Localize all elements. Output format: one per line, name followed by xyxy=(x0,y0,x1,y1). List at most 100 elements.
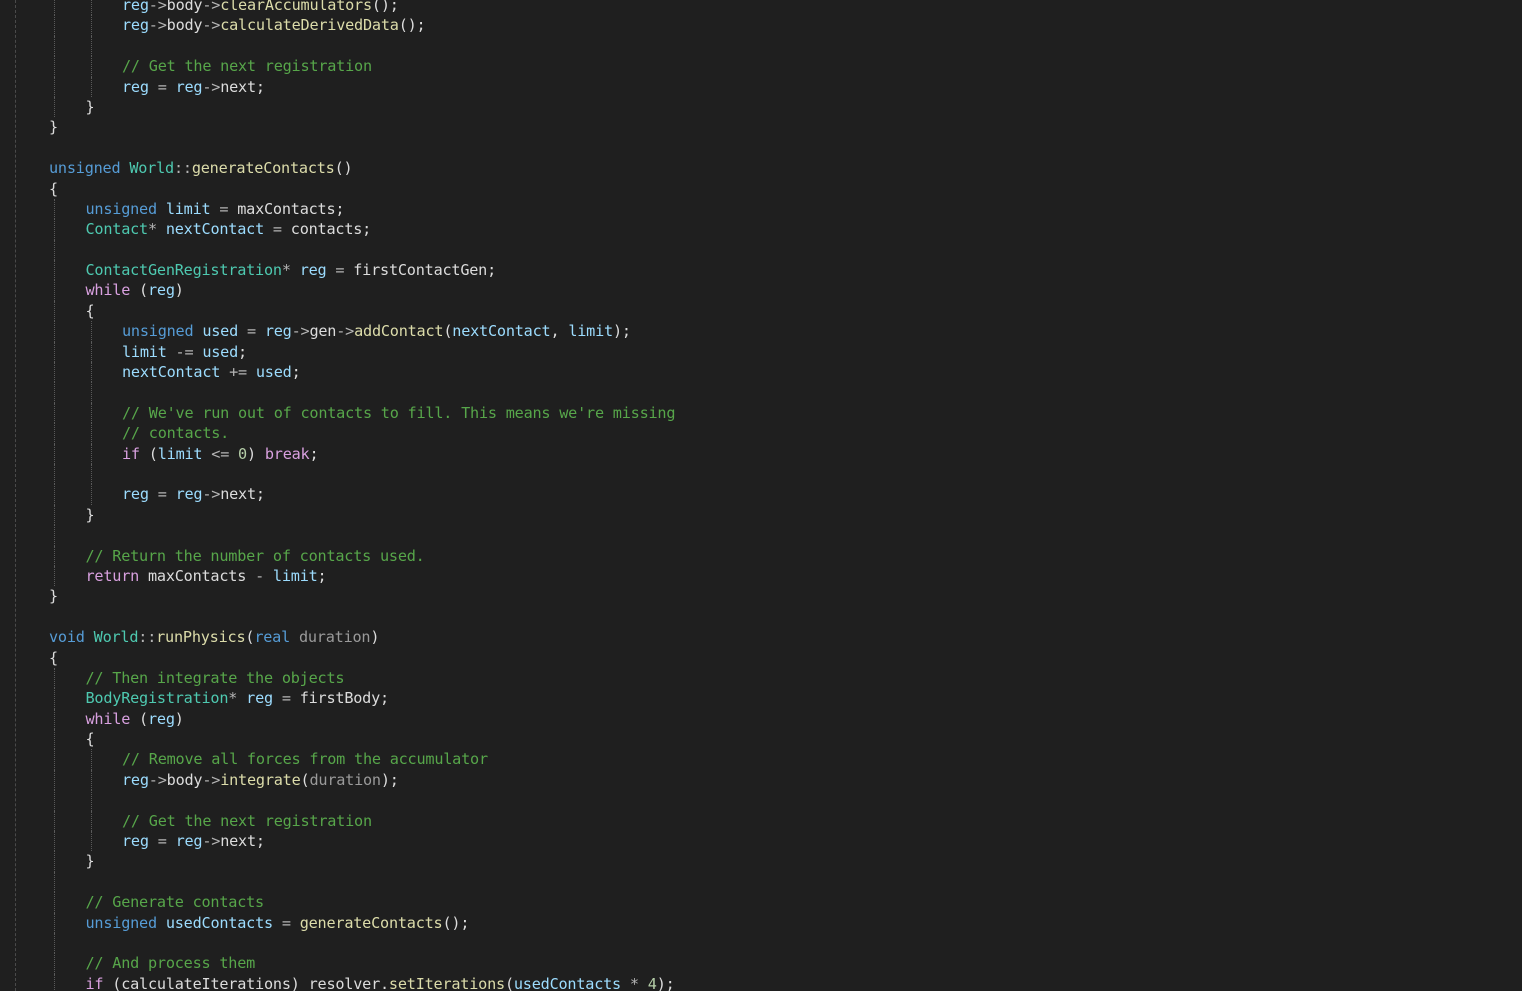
code-line[interactable]: // And process them xyxy=(49,953,675,974)
code-token: next; xyxy=(220,77,265,96)
code-token: // And process them xyxy=(85,954,256,973)
indent-guide xyxy=(54,688,55,709)
code-token: setIterations xyxy=(388,974,505,991)
code-editor[interactable]: reg->body->clearAccumulators(); reg->body… xyxy=(0,0,1522,991)
code-text: { xyxy=(49,649,58,667)
code-line[interactable]: // Get the next registration xyxy=(49,810,675,832)
code-token: ( xyxy=(504,974,514,991)
code-line[interactable] xyxy=(49,790,675,811)
code-text: BodyRegistration* reg = firstBody; xyxy=(85,689,390,708)
code-text: { xyxy=(86,730,95,748)
code-line[interactable]: limit -= used; xyxy=(49,341,675,363)
code-token: reg xyxy=(122,77,149,96)
code-line[interactable] xyxy=(49,239,675,261)
indent-guide xyxy=(54,749,55,770)
code-line[interactable]: reg->body->clearAccumulators(); xyxy=(49,0,675,16)
code-line[interactable] xyxy=(49,382,675,403)
code-line[interactable]: unsigned World::generateContacts() xyxy=(49,158,675,178)
code-token: used xyxy=(202,322,239,341)
code-token: - xyxy=(246,566,273,585)
code-token: body xyxy=(166,0,203,14)
code-line[interactable]: unsigned limit = maxContacts; xyxy=(49,198,675,220)
code-token: -> xyxy=(148,16,167,35)
code-line[interactable]: // Return the number of contacts used. xyxy=(49,545,675,566)
indent-guide xyxy=(54,831,55,852)
code-text: // contacts. xyxy=(122,424,229,442)
code-line[interactable] xyxy=(49,932,675,954)
code-line[interactable]: } xyxy=(49,851,675,872)
code-token: ; xyxy=(291,363,301,382)
code-line[interactable]: while (reg) xyxy=(49,280,675,301)
code-line[interactable]: // contacts. xyxy=(49,423,675,444)
code-line[interactable]: nextContact += used; xyxy=(49,362,675,383)
code-token: limit xyxy=(122,342,167,361)
code-token: { xyxy=(49,179,58,198)
code-line[interactable] xyxy=(49,138,675,158)
code-token: // Remove all forces from the accumulato… xyxy=(122,750,488,769)
code-token: // Generate contacts xyxy=(85,893,265,912)
code-line[interactable]: void World::runPhysics(real duration) xyxy=(49,627,675,647)
code-token: used xyxy=(255,363,292,382)
code-token: gen xyxy=(309,322,337,341)
code-line[interactable]: if (calculateIterations) resolver.setIte… xyxy=(49,973,675,991)
code-token: duration xyxy=(298,628,371,647)
code-line[interactable] xyxy=(49,607,675,627)
code-line[interactable]: reg = reg->next; xyxy=(49,484,675,505)
code-line[interactable]: { xyxy=(49,729,675,750)
code-token: , xyxy=(550,322,569,341)
code-line[interactable] xyxy=(49,871,675,893)
code-line[interactable]: reg = reg->next; xyxy=(49,831,675,852)
code-line[interactable] xyxy=(49,525,675,546)
indent-guide xyxy=(54,525,55,546)
code-line[interactable]: BodyRegistration* reg = firstBody; xyxy=(49,688,675,709)
code-line[interactable]: ContactGenRegistration* reg = firstConta… xyxy=(49,260,675,281)
code-line[interactable]: { xyxy=(49,300,675,322)
code-line[interactable]: reg->body->integrate(duration); xyxy=(49,769,675,791)
code-line[interactable]: // Generate contacts xyxy=(49,892,675,913)
code-token: body xyxy=(166,770,203,789)
code-token: runPhysics xyxy=(156,628,246,647)
code-text: unsigned usedContacts = generateContacts… xyxy=(86,914,470,932)
code-token: ); xyxy=(380,770,399,789)
code-line[interactable]: Contact* nextContact = contacts; xyxy=(49,219,675,240)
code-line[interactable]: } xyxy=(49,117,675,137)
code-line[interactable]: unsigned usedContacts = generateContacts… xyxy=(49,912,675,933)
code-token: } xyxy=(85,852,95,871)
code-view[interactable]: reg->body->clearAccumulators(); reg->body… xyxy=(49,0,676,991)
indent-guide xyxy=(54,341,55,363)
code-text: reg = reg->next; xyxy=(122,485,265,503)
code-token: unsigned xyxy=(49,159,121,178)
code-line[interactable]: return maxContacts - limit; xyxy=(49,565,675,587)
code-line[interactable]: reg = reg->next; xyxy=(49,76,675,97)
code-text: } xyxy=(49,118,58,136)
code-line[interactable]: } xyxy=(49,504,675,526)
indent-guide xyxy=(54,504,55,526)
indent-guide xyxy=(54,667,55,689)
code-text: reg = reg->next; xyxy=(122,78,265,96)
code-token: BodyRegistration xyxy=(85,689,229,708)
code-line[interactable] xyxy=(49,463,675,485)
code-line[interactable]: reg->body->calculateDerivedData(); xyxy=(49,15,675,36)
code-line[interactable]: } xyxy=(49,586,675,606)
code-line[interactable]: // We've run out of contacts to fill. Th… xyxy=(49,402,676,424)
code-line[interactable]: { xyxy=(49,179,675,199)
indent-guide xyxy=(90,484,92,505)
code-text: { xyxy=(49,180,58,198)
code-line[interactable]: if (limit <= 0) break; xyxy=(49,443,675,464)
code-token: = xyxy=(148,485,176,504)
code-line[interactable]: unsigned used = reg->gen->addContact(nex… xyxy=(49,321,675,342)
code-line[interactable]: // Get the next registration xyxy=(49,56,675,77)
code-line[interactable]: while (reg) xyxy=(49,708,675,730)
code-token: limit xyxy=(272,566,318,585)
code-token: nextContact xyxy=(452,322,551,341)
code-line[interactable]: } xyxy=(49,96,675,118)
code-text: void World::runPhysics(real duration) xyxy=(49,628,379,646)
indent-guide xyxy=(54,953,55,974)
code-line[interactable]: { xyxy=(49,648,675,668)
code-line[interactable]: // Remove all forces from the accumulato… xyxy=(49,749,675,770)
code-line[interactable] xyxy=(49,35,675,57)
code-line[interactable]: // Then integrate the objects xyxy=(49,667,675,689)
indent-guide xyxy=(54,565,55,587)
code-token: = xyxy=(326,261,354,280)
code-token: ( xyxy=(130,709,148,728)
